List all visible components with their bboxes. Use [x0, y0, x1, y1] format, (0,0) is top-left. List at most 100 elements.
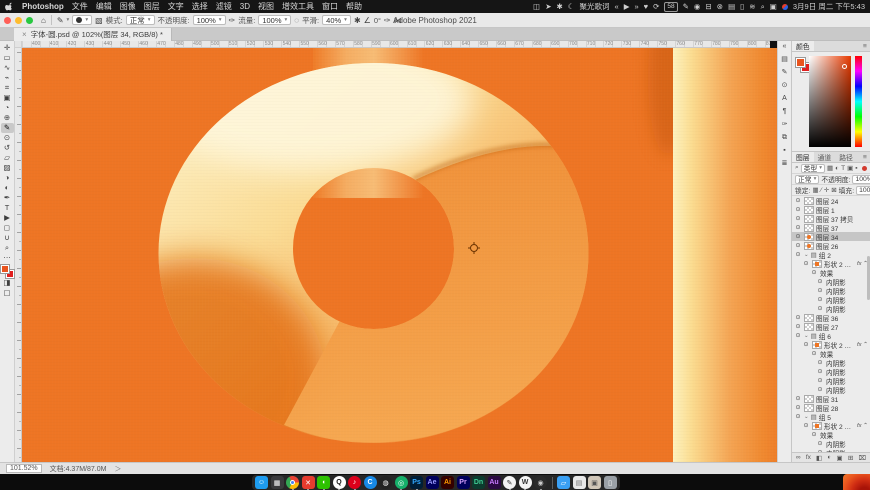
blend-mode-select[interactable]: 正常 ▾ — [125, 15, 155, 25]
document-tab[interactable]: × 字体-圆.psd @ 102%(图层 34, RGB/8) * — [14, 28, 172, 41]
history-brush-tool[interactable]: ↺ — [1, 143, 14, 153]
new-layer-icon[interactable]: ⊞ — [848, 454, 853, 462]
tab-paths[interactable]: 路径 — [835, 152, 857, 162]
filter-shape-icon[interactable]: ▣ — [847, 164, 853, 172]
chevron-down-icon[interactable]: ⌄ — [804, 252, 809, 258]
dock-app-dark[interactable]: ◍ — [379, 476, 392, 489]
layer-row[interactable]: ⊙ ⌄ ▤ 组 5 — [792, 412, 870, 422]
layer-visibility-icon[interactable]: ⊙ — [816, 440, 824, 447]
edit-toolbar-button[interactable]: ⋯ — [1, 253, 14, 263]
dock-after-effects[interactable]: Ae — [425, 476, 439, 489]
brush-tool[interactable]: ✎ — [0, 123, 14, 133]
close-window-button[interactable] — [4, 16, 11, 24]
zoom-window-button[interactable] — [26, 16, 33, 24]
dock-app-red[interactable]: ✕ — [301, 476, 315, 490]
color-gradient-box[interactable] — [809, 56, 851, 147]
layer-row[interactable]: ⊙ 效果 — [792, 349, 870, 358]
dock-wechat[interactable]: ◖ — [317, 476, 330, 490]
dock-audition[interactable]: Au — [487, 476, 501, 489]
hand-tool[interactable]: ∪ — [1, 233, 14, 243]
dock-netease-music[interactable]: ♪ — [348, 476, 361, 490]
media-heart-icon[interactable]: ♥ — [644, 2, 648, 11]
layer-row[interactable]: ⊙内阴影 — [792, 295, 870, 304]
dock-app-pencil[interactable]: ✎ — [503, 476, 516, 490]
layer-visibility-icon[interactable]: ⊙ — [794, 395, 802, 402]
dock-app-film[interactable]: ◉ — [534, 476, 547, 490]
blur-tool[interactable]: ◑ — [1, 173, 14, 183]
layer-visibility-icon[interactable]: ⊙ — [802, 260, 810, 267]
lasso-tool[interactable]: ∿ — [1, 63, 14, 73]
layer-visibility-icon[interactable]: ⊙ — [794, 314, 802, 321]
layer-row[interactable]: ⊙ ⌄ ▤ 组 6 — [792, 331, 870, 341]
lock-transparency-icon[interactable]: ▦ — [812, 186, 818, 194]
filter-pixel-icon[interactable]: ▦ — [827, 164, 833, 172]
type-tool[interactable]: T — [1, 203, 14, 213]
gradient-tool[interactable]: ▨ — [1, 163, 14, 173]
menubar-item[interactable]: 图像 — [120, 1, 136, 12]
layers-opacity-select[interactable]: 100%▾ — [852, 174, 870, 184]
layer-row[interactable]: ⊙内阴影 — [792, 448, 870, 452]
dodge-tool[interactable]: ◐ — [1, 183, 14, 193]
do-not-disturb-icon[interactable]: ⊗ — [717, 2, 723, 11]
panel-character-icon[interactable]: A — [782, 95, 787, 102]
menubar-item[interactable]: 视图 — [258, 1, 274, 12]
panel-menu-icon[interactable]: ≡ — [863, 152, 870, 162]
layer-mask-icon[interactable]: ◧ — [816, 454, 822, 462]
menubar-item[interactable]: 帮助 — [346, 1, 362, 12]
layer-row[interactable]: ⊙ 图层 31 — [792, 394, 870, 403]
zoom-level-field[interactable]: 101.52% — [6, 464, 42, 473]
panel-libraries-icon[interactable]: ⧉ — [782, 134, 787, 141]
layer-visibility-icon[interactable]: ⊙ — [816, 278, 824, 285]
layer-visibility-icon[interactable]: ⊙ — [816, 377, 824, 384]
layer-visibility-icon[interactable]: ⊙ — [816, 386, 824, 393]
assistive-icon[interactable]: ✱ — [556, 2, 562, 11]
lock-image-icon[interactable]: ∕ — [821, 187, 822, 194]
layer-visibility-icon[interactable]: ⊙ — [810, 269, 818, 276]
battery-percent[interactable]: 58 — [664, 1, 678, 12]
fill-select[interactable]: 100%▾ — [856, 185, 870, 195]
path-selection-tool[interactable]: ▶ — [1, 213, 14, 223]
pen-tool[interactable]: ✒ — [1, 193, 14, 203]
screen-mode-button[interactable]: ▢ — [1, 288, 14, 298]
dock-app-green[interactable]: ◎ — [394, 476, 408, 490]
layer-visibility-icon[interactable]: ⊙ — [816, 305, 824, 312]
layer-visibility-icon[interactable]: ⊙ — [794, 332, 802, 339]
delete-layer-icon[interactable]: ⌧ — [858, 454, 866, 462]
layer-row[interactable]: ⊙内阴影 — [792, 286, 870, 295]
link-layers-icon[interactable]: ∞ — [796, 454, 801, 461]
dock-screenshot-file[interactable]: ▣ — [588, 476, 601, 489]
panel-clone-source-icon[interactable]: ⊙ — [782, 82, 788, 89]
layer-row[interactable]: ⊙ 图层 36 — [792, 313, 870, 322]
eraser-tool[interactable]: ▱ — [1, 153, 14, 163]
pressure-opacity-icon[interactable]: ✑ — [229, 16, 236, 25]
layer-fx-badge[interactable]: fx ⌃ — [857, 342, 868, 348]
layer-visibility-icon[interactable]: ⊙ — [802, 422, 810, 429]
media-prev-icon[interactable]: « — [615, 2, 619, 11]
filter-type-icon[interactable]: T — [841, 165, 845, 172]
panel-paragraph-icon[interactable]: ¶ — [783, 108, 787, 115]
dock-dimension[interactable]: Dn — [472, 476, 485, 489]
layer-visibility-icon[interactable]: ⊙ — [794, 413, 802, 420]
layer-row[interactable]: ⊙ 形状 2 拷贝 3fx ⌃ — [792, 340, 870, 349]
home-icon[interactable]: ⌂ — [41, 16, 46, 25]
menubar-item[interactable]: 编辑 — [96, 1, 112, 12]
layer-visibility-icon[interactable]: ⊙ — [794, 233, 802, 240]
foreground-color-swatch[interactable] — [0, 264, 10, 274]
layer-row[interactable]: ⊙ 形状 2 拷贝 2fx ⌃ — [792, 421, 870, 430]
hue-slider[interactable] — [855, 56, 862, 147]
brush-settings-toggle-icon[interactable]: ▧ — [95, 16, 103, 25]
layer-row[interactable]: ⊙ 图层 26 — [792, 241, 870, 250]
layer-visibility-icon[interactable]: ⊙ — [816, 359, 824, 366]
dock-qq[interactable]: Q — [332, 476, 346, 490]
dock-chrome[interactable] — [286, 476, 299, 490]
layer-row[interactable]: ⊙ 形状 2 拷贝 fx ⌃ — [792, 259, 870, 268]
layer-row[interactable]: ⊙ 效果 — [792, 430, 870, 439]
layer-visibility-icon[interactable]: ⊙ — [802, 341, 810, 348]
filter-on-toggle[interactable] — [862, 165, 867, 171]
layer-row[interactable]: ⊙ 图层 24 — [792, 196, 870, 205]
dock-trash[interactable]: ▯ — [603, 476, 617, 489]
lock-position-icon[interactable]: ✛ — [824, 186, 829, 194]
layer-visibility-icon[interactable]: ⊙ — [794, 206, 802, 213]
healing-brush-tool[interactable]: ⊕ — [1, 113, 14, 123]
clone-stamp-tool[interactable]: ⊙ — [1, 133, 14, 143]
